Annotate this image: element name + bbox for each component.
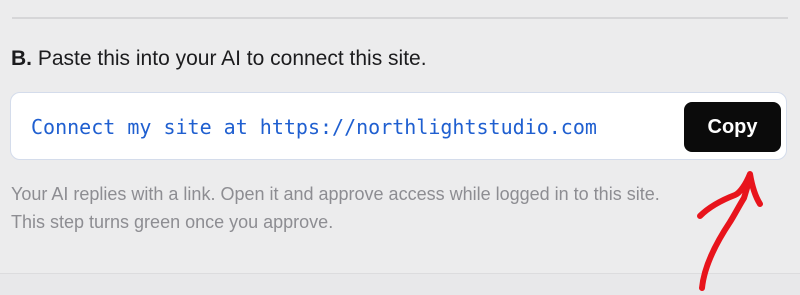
command-text[interactable]: Connect my site at https://northlightstu… (31, 114, 597, 140)
step-heading: B. Paste this into your AI to connect th… (11, 46, 427, 72)
command-box[interactable]: Connect my site at https://northlightstu… (10, 92, 787, 160)
step-letter: B. (11, 47, 32, 70)
red-arrow-icon (697, 171, 763, 291)
copy-button[interactable]: Copy (684, 102, 781, 152)
step-instruction: Paste this into your AI to connect this … (37, 47, 427, 70)
section-divider-top (12, 17, 788, 19)
help-text-line-2: This step turns green once you approve. (11, 212, 334, 232)
help-text: Your AI replies with a link. Open it and… (11, 180, 791, 236)
help-text-line-1: Your AI replies with a link. Open it and… (11, 184, 660, 204)
